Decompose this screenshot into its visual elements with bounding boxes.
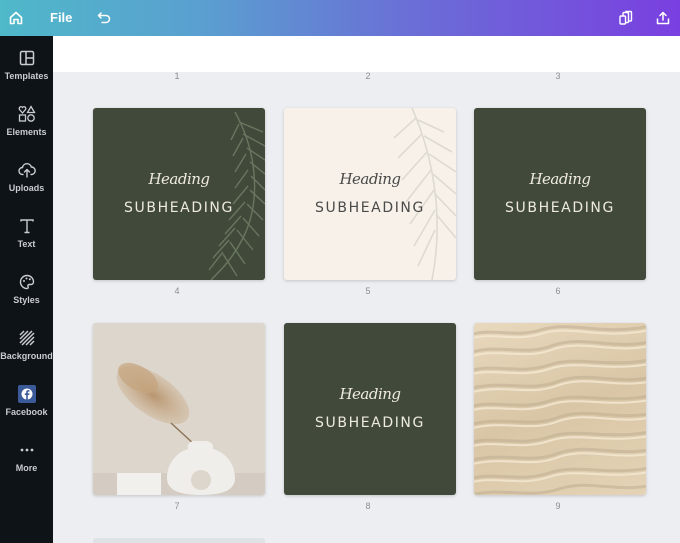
sidebar-item-text[interactable]: Text xyxy=(0,216,53,266)
sidebar-item-styles[interactable]: Styles xyxy=(0,272,53,322)
page-row-1-bottom-edge xyxy=(53,36,680,72)
home-button[interactable] xyxy=(0,0,32,36)
sidebar-item-uploads[interactable]: Uploads xyxy=(0,160,53,210)
undo-button[interactable] xyxy=(86,0,122,36)
sidebar-item-background[interactable]: Background xyxy=(0,328,53,378)
templates-icon xyxy=(17,48,37,68)
card-heading: Heading xyxy=(148,170,210,188)
palm-shadow-decoration xyxy=(393,108,456,280)
sidebar-item-facebook[interactable]: Facebook xyxy=(0,384,53,434)
vase-photo xyxy=(93,323,265,495)
page-number: 7 xyxy=(174,501,180,511)
sidebar-item-label: Uploads xyxy=(8,183,45,193)
share-upload-icon xyxy=(656,11,670,25)
sidebar-item-label: Text xyxy=(17,239,36,249)
elements-icon xyxy=(17,104,37,124)
card-heading: Heading xyxy=(339,385,401,403)
page-number: 3 xyxy=(555,71,561,81)
card-subheading: SUBHEADING xyxy=(124,200,234,216)
palette-icon xyxy=(17,272,37,292)
sidebar-item-label: Facebook xyxy=(5,407,48,417)
page-thumbnail-10-partial[interactable] xyxy=(93,538,265,543)
page-thumbnail-9[interactable] xyxy=(474,323,646,495)
sidebar-item-templates[interactable]: Templates xyxy=(0,48,53,98)
card-heading: Heading xyxy=(339,170,401,188)
page-number: 8 xyxy=(365,501,371,511)
card-heading: Heading xyxy=(529,170,591,188)
page-number: 2 xyxy=(365,71,371,81)
palm-leaf-decoration xyxy=(208,111,265,280)
upload-cloud-icon xyxy=(17,160,37,180)
sidebar-item-label: Styles xyxy=(13,295,40,305)
undo-icon xyxy=(97,12,111,24)
text-icon xyxy=(17,216,37,236)
card-subheading: SUBHEADING xyxy=(315,415,425,431)
sand-ripples-photo xyxy=(474,325,646,495)
page-number: 6 xyxy=(555,286,561,296)
page-thumbnail-7[interactable] xyxy=(93,323,265,495)
pages-grid-view: 1 2 3 Heading SUBHEADING 4 Heading SUBHE… xyxy=(53,36,680,543)
sidebar-item-label: Background xyxy=(0,351,53,361)
copy-pages-icon xyxy=(619,10,633,25)
sidebar: Templates Elements Uploads Text Styles B… xyxy=(0,36,53,543)
sidebar-item-elements[interactable]: Elements xyxy=(0,104,53,154)
more-dots-icon xyxy=(17,440,37,460)
card-subheading: SUBHEADING xyxy=(505,200,615,216)
resize-pages-button[interactable] xyxy=(608,0,644,36)
page-number: 9 xyxy=(555,501,561,511)
background-stripes-icon xyxy=(17,328,37,348)
page-number: 4 xyxy=(174,286,180,296)
sidebar-item-more[interactable]: More xyxy=(0,440,53,490)
top-bar: File xyxy=(0,0,680,36)
page-thumbnail-4[interactable]: Heading SUBHEADING xyxy=(93,108,265,280)
page-number: 1 xyxy=(174,71,180,81)
facebook-icon xyxy=(17,384,37,404)
sidebar-item-label: More xyxy=(15,463,38,473)
file-menu-button[interactable]: File xyxy=(50,0,72,36)
page-thumbnail-5[interactable]: Heading SUBHEADING xyxy=(284,108,456,280)
page-thumbnail-8[interactable]: Heading SUBHEADING xyxy=(284,323,456,495)
page-thumbnail-6[interactable]: Heading SUBHEADING xyxy=(474,108,646,280)
share-button[interactable] xyxy=(645,0,680,36)
home-icon xyxy=(9,11,23,25)
page-number: 5 xyxy=(365,286,371,296)
card-subheading: SUBHEADING xyxy=(315,200,425,216)
sidebar-item-label: Templates xyxy=(4,71,49,81)
sidebar-item-label: Elements xyxy=(6,127,47,137)
